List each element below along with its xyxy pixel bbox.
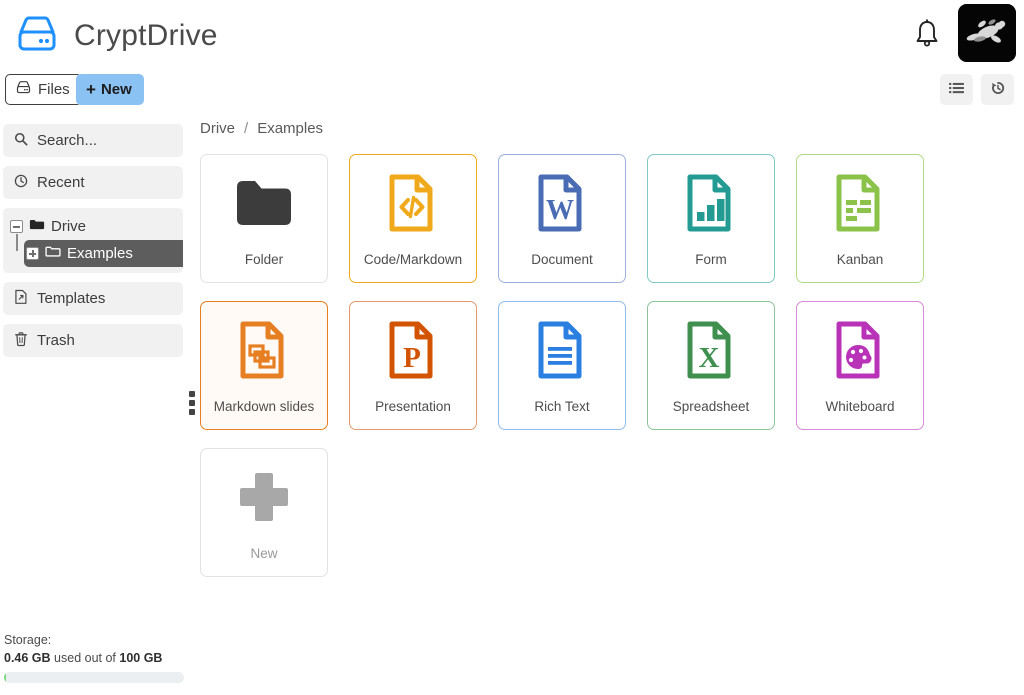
form-chart-icon [680,172,742,234]
card-spreadsheet[interactable]: X Spreadsheet [647,301,775,430]
files-button-label: Files [38,81,70,98]
breadcrumb-item-examples[interactable]: Examples [257,120,323,137]
card-folder[interactable]: Folder [200,154,328,283]
storage-bar-fill [4,672,7,683]
avatar[interactable] [958,4,1016,62]
card-markdown-slides[interactable]: Markdown slides [200,301,328,430]
word-document-icon: W [531,172,593,234]
svg-text:P: P [403,342,421,374]
breadcrumb-separator: / [244,120,249,137]
app-root: CryptDrive Files + New Search... Recent … [0,0,1024,695]
plus-glyph: + [86,80,96,99]
sidebar-item-trash[interactable]: Trash [3,324,183,357]
search-icon [14,132,28,150]
clock-icon [14,174,28,192]
card-label: Markdown slides [213,398,315,414]
folder-open-icon [45,245,61,262]
new-button-label: New [100,81,132,98]
card-label: Form [695,251,727,267]
drive-tree: Drive Examples [3,208,183,273]
breadcrumb: Drive / Examples [200,120,1024,137]
svg-text:X: X [699,342,720,374]
sidebar-item-recent[interactable]: Recent [3,166,183,199]
card-label: Rich Text [534,398,590,414]
expand-toggle-icon[interactable] [26,247,39,260]
card-label: Document [531,251,593,267]
storage-total: 100 GB [119,650,163,665]
brand[interactable]: CryptDrive [0,14,218,58]
sidebar-item-label: Trash [37,332,75,349]
card-presentation[interactable]: P Presentation [349,301,477,430]
svg-text:W: W [546,195,574,226]
card-document[interactable]: W Document [498,154,626,283]
sidebar-item-drive[interactable]: Drive [3,213,183,240]
sidebar-item-templates[interactable]: Templates [3,282,183,315]
template-icon [14,289,28,309]
top-bar: CryptDrive [0,0,1024,72]
storage-middle-text: used out of [50,650,120,665]
new-button[interactable]: + New [76,74,144,105]
card-label: Code/Markdown [363,251,463,267]
search-placeholder-text: Search... [37,132,98,149]
cryptdrive-logo-icon [14,14,60,58]
bell-icon[interactable] [912,17,942,49]
card-label: Kanban [836,251,884,267]
code-file-icon [382,172,444,234]
trash-icon [14,331,28,351]
card-label: Whiteboard [825,398,895,414]
rich-text-icon [531,319,593,381]
card-label: Presentation [375,398,451,414]
storage-title: Storage: [4,632,52,647]
breadcrumb-item-drive[interactable]: Drive [200,120,235,137]
tree-label-examples: Examples [67,245,133,262]
toolbar: Files + New [0,74,1024,110]
history-icon [990,80,1006,99]
tree-connector [16,234,18,251]
handle-dot [189,400,195,406]
list-view-icon [949,82,964,98]
card-form[interactable]: Form [647,154,775,283]
card-whiteboard[interactable]: Whiteboard [796,301,924,430]
card-rich-text[interactable]: Rich Text [498,301,626,430]
collapse-toggle-icon[interactable] [10,220,23,233]
card-label: New [250,545,278,561]
storage-indicator: Storage: 0.46 GB used out of 100 GB [4,631,184,683]
sidebar: Search... Recent Drive Examples Template… [0,124,186,624]
history-button[interactable] [981,74,1014,105]
card-kanban[interactable]: Kanban [796,154,924,283]
search-input[interactable]: Search... [3,124,183,157]
file-type-grid: Folder Code/Markdown W Document Form Kanban Ma… [200,154,990,577]
spreadsheet-icon: X [680,319,742,381]
whiteboard-icon [829,319,891,381]
sidebar-resize-handle[interactable] [186,386,198,420]
card-new[interactable]: New [200,448,328,577]
files-button[interactable]: Files [5,74,82,105]
tree-label-drive: Drive [51,218,87,235]
card-code-markdown[interactable]: Code/Markdown [349,154,477,283]
main-content: Drive / Examples Folder Code/Markdown W Docum… [200,120,1024,577]
folder-icon [233,172,295,234]
folder-icon [29,218,45,235]
card-label: Spreadsheet [672,398,750,414]
kanban-icon [829,172,891,234]
list-view-button[interactable] [940,74,973,105]
card-label: Folder [244,251,284,267]
topbar-right [912,4,1016,62]
handle-dot [189,409,195,415]
sidebar-item-label: Templates [37,290,106,307]
markdown-slides-icon [233,319,295,381]
drive-small-icon [15,80,32,99]
view-buttons [940,74,1014,105]
handle-dot [189,391,195,397]
presentation-icon: P [382,319,444,381]
sidebar-item-label: Recent [37,174,85,191]
app-title: CryptDrive [74,19,218,52]
sidebar-item-examples[interactable]: Examples [3,240,183,267]
storage-bar [4,672,184,683]
storage-used: 0.46 GB [4,650,51,665]
storage-text: 0.46 GB used out of 100 GB [4,649,184,667]
plus-icon [233,466,295,528]
